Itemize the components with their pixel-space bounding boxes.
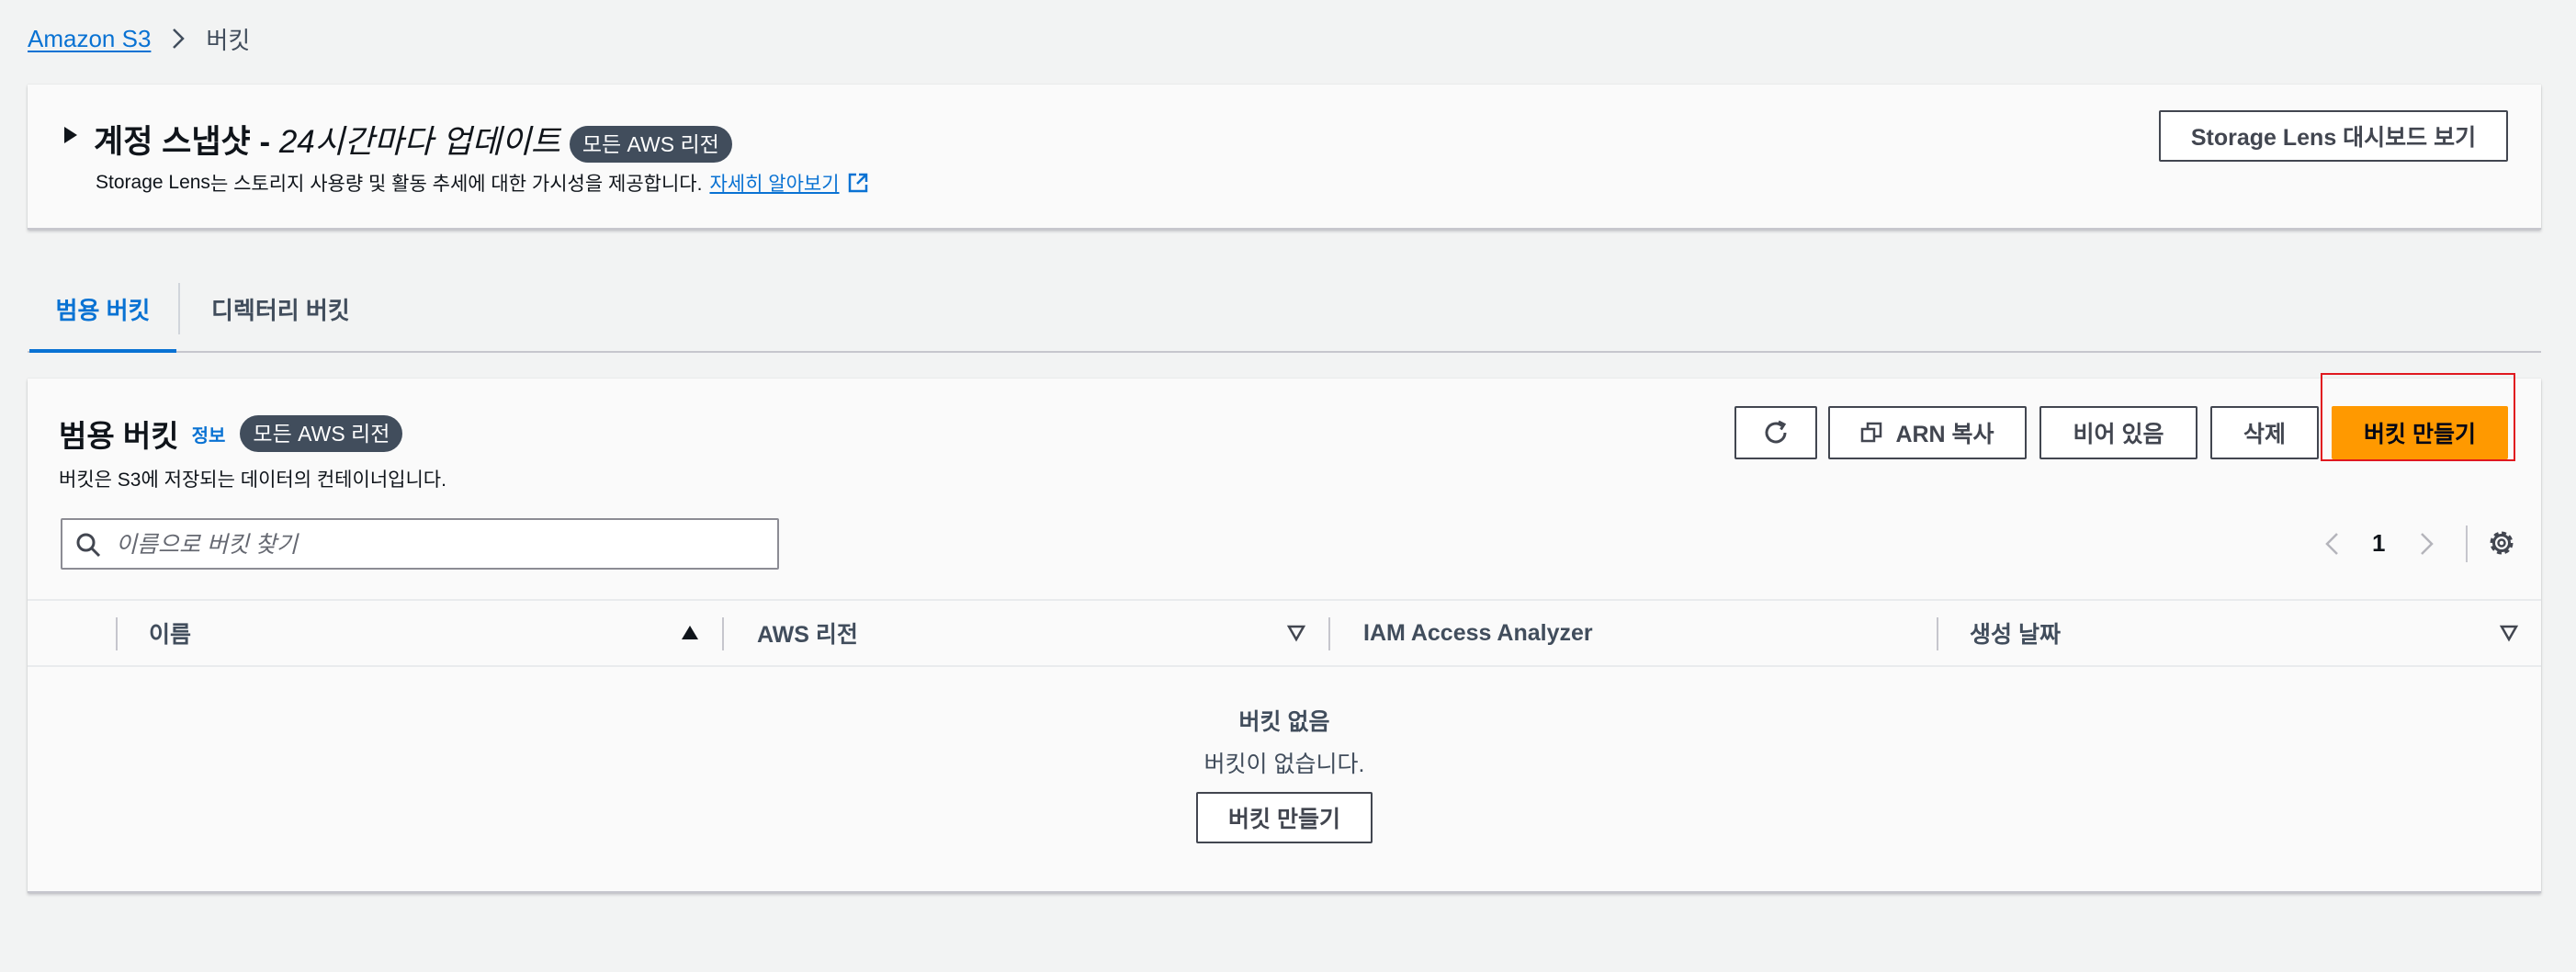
- tab-directory-buckets[interactable]: 디렉터리 버킷: [211, 266, 350, 351]
- snapshot-title[interactable]: 계정 스냅샷 - 24시간마다 업데이트 모든 AWS 리전: [94, 116, 732, 163]
- caret-right-icon[interactable]: [61, 125, 81, 145]
- column-separator[interactable]: [722, 617, 724, 650]
- tab-general-purpose-buckets[interactable]: 범용 버킷: [29, 266, 176, 353]
- snapshot-title-main: 계정 스냅샷 -: [94, 124, 271, 160]
- chevron-left-icon[interactable]: [2321, 531, 2346, 557]
- chevron-right-icon[interactable]: [2412, 531, 2438, 557]
- snapshot-description: Storage Lens 는 스토리지 사용량 및 활동 추세에 대한 가시성을 …: [96, 169, 869, 197]
- copy-arn-button[interactable]: ARN 복사: [1828, 406, 2027, 459]
- empty-state-title: 버킷 없음: [1238, 709, 1330, 735]
- copy-icon: [1861, 422, 1882, 443]
- empty-state-description: 버킷이 없습니다.: [1203, 752, 1365, 777]
- tab-divider: [178, 283, 180, 334]
- column-separator[interactable]: [1328, 617, 1330, 650]
- storage-lens-brand: Storage Lens: [96, 172, 210, 193]
- column-header-creation-date[interactable]: 생성 날짜: [1970, 601, 2061, 665]
- gear-icon[interactable]: [2486, 527, 2517, 559]
- sort-ascending-icon[interactable]: [680, 623, 700, 643]
- sort-icon[interactable]: [1286, 623, 1306, 643]
- column-header-name[interactable]: 이름: [149, 601, 191, 665]
- panel-description: 버킷은 S3에 저장되는 데이터의 컨테이너입니다.: [59, 469, 446, 491]
- search-field[interactable]: [61, 518, 779, 570]
- delete-bucket-button[interactable]: 삭제: [2210, 406, 2319, 459]
- empty-state-create-bucket-button[interactable]: 버킷 만들기: [1196, 792, 1373, 843]
- snapshot-description-text: 는 스토리지 사용량 및 활동 추세에 대한 가시성을 제공합니다.: [209, 174, 703, 195]
- table-header: 이름 AWS 리전 IAM Access Analyzer 생성 날짜: [28, 599, 2541, 667]
- storage-lens-dashboard-button[interactable]: Storage Lens 대시보드 보기: [2159, 110, 2508, 162]
- general-purpose-buckets-panel: 범용 버킷 정보 모든 AWS 리전 버킷은 S3에 저장되는 데이터의 컨테이…: [28, 373, 2541, 893]
- snapshot-title-update-interval: 24시간마다 업데이트: [278, 124, 561, 160]
- refresh-icon: [1765, 420, 1787, 444]
- copy-arn-label: ARN 복사: [1895, 422, 1994, 447]
- refresh-button[interactable]: [1734, 406, 1817, 459]
- learn-more-link[interactable]: 자세히 알아보기: [709, 169, 839, 197]
- column-header-aws-region[interactable]: AWS 리전: [757, 601, 858, 665]
- all-regions-badge: 모든 AWS 리전: [240, 415, 403, 452]
- create-bucket-button[interactable]: 버킷 만들기: [2332, 406, 2508, 459]
- search-icon: [76, 533, 101, 558]
- breadcrumb-link-amazon-s3[interactable]: Amazon S3: [28, 25, 151, 53]
- all-regions-badge: 모든 AWS 리전: [569, 125, 732, 163]
- breadcrumb-current: 버킷: [206, 26, 251, 54]
- column-separator: [116, 617, 118, 650]
- pagination-divider: [2466, 526, 2468, 562]
- panel-title: 범용 버킷: [59, 419, 179, 453]
- external-link-icon[interactable]: [847, 172, 869, 194]
- search-input[interactable]: [114, 522, 761, 568]
- chevron-right-icon: [160, 20, 197, 57]
- column-header-iam-access-analyzer: IAM Access Analyzer: [1363, 619, 1593, 646]
- panel-header: 범용 버킷 정보 모든 AWS 리전: [59, 412, 403, 456]
- sort-icon[interactable]: [2499, 623, 2519, 643]
- breadcrumb: Amazon S3 버킷: [28, 20, 250, 57]
- bucket-type-tabs: 범용 버킷 디렉터리 버킷: [28, 266, 2541, 353]
- empty-bucket-button[interactable]: 비어 있음: [2039, 406, 2198, 459]
- info-link[interactable]: 정보: [192, 421, 226, 447]
- column-separator[interactable]: [1937, 617, 1938, 650]
- pagination-current-page[interactable]: 1: [2372, 529, 2385, 558]
